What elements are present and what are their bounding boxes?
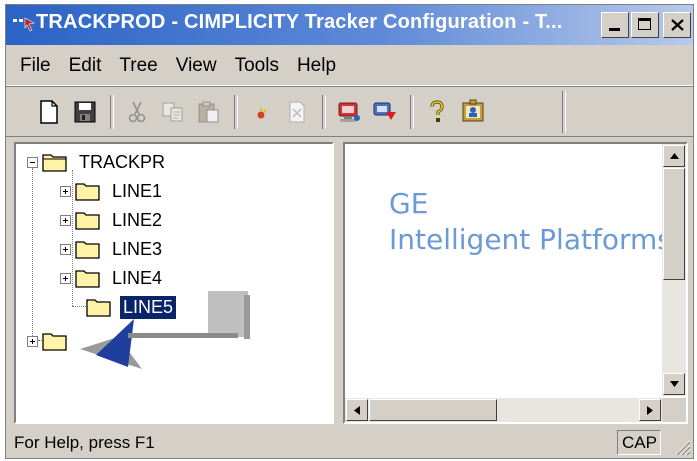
resize-grip-icon[interactable]: [673, 438, 691, 456]
tree-node-label: LINE4: [112, 267, 163, 288]
caps-lock-indicator: CAP: [617, 430, 661, 455]
horizontal-scroll-thumb[interactable]: [369, 399, 497, 421]
cut-button[interactable]: [122, 97, 152, 127]
status-bar: For Help, press F1 CAP: [6, 429, 693, 458]
status-help-text: For Help, press F1: [14, 433, 155, 452]
expand-toggle[interactable]: [60, 185, 71, 197]
copy-button[interactable]: [158, 97, 188, 127]
horizontal-scrollbar[interactable]: [345, 398, 662, 422]
copy-icon: [162, 102, 183, 121]
tree-node-line1[interactable]: LINE1: [60, 177, 165, 205]
arrow-left-icon: [354, 405, 360, 415]
toolbar-separator: [322, 94, 326, 129]
vertical-scroll-thumb[interactable]: [663, 168, 685, 280]
properties-button[interactable]: [370, 97, 400, 127]
expand-toggle[interactable]: [27, 335, 38, 347]
tree-node-line3[interactable]: LINE3: [60, 235, 165, 263]
collapse-toggle[interactable]: [27, 156, 38, 168]
scroll-up-button[interactable]: [663, 145, 685, 167]
save-icon: [74, 101, 96, 122]
arrow-up-icon: [669, 153, 679, 159]
minimize-button[interactable]: [601, 12, 629, 38]
new-node-button[interactable]: [246, 97, 276, 127]
cut-icon: [128, 101, 146, 122]
arrow-down-icon: [669, 381, 679, 387]
menu-edit[interactable]: Edit: [60, 55, 111, 77]
help-button[interactable]: [422, 97, 452, 127]
brand-line-platforms: Intelligent Platforms: [389, 223, 672, 256]
tree-view[interactable]: TRACKPR LINE1 LINE2 LINE3 LINE4 LINE5: [14, 142, 334, 424]
tree-node-line2[interactable]: LINE2: [60, 206, 165, 234]
paste-button[interactable]: [194, 97, 224, 127]
config-icon: [338, 102, 360, 122]
tree-node-new[interactable]: [27, 327, 76, 355]
tracker-app-icon: [13, 17, 35, 32]
menu-help[interactable]: Help: [288, 55, 345, 77]
save-button[interactable]: [70, 97, 100, 127]
title-bar[interactable]: TRACKPROD - CIMPLICITY Tracker Configura…: [6, 5, 693, 45]
configure-button[interactable]: [334, 97, 364, 127]
paste-icon: [198, 101, 219, 122]
about-icon: [462, 99, 484, 121]
scroll-down-button[interactable]: [663, 373, 685, 395]
menu-bar: File Edit Tree View Tools Help: [6, 47, 693, 86]
menu-view[interactable]: View: [167, 55, 226, 77]
expand-toggle[interactable]: [60, 214, 71, 226]
about-button[interactable]: [458, 97, 488, 127]
tree-node-label: LINE3: [112, 238, 163, 259]
maximize-button[interactable]: [631, 12, 659, 38]
delete-icon: [289, 101, 305, 122]
toolbar-separator: [110, 94, 114, 129]
new-button[interactable]: [34, 97, 64, 127]
scroll-right-button[interactable]: [639, 399, 661, 421]
window-controls: [601, 12, 691, 38]
window-title: TRACKPROD - CIMPLICITY Tracker Configura…: [36, 11, 563, 33]
expand-toggle[interactable]: [60, 272, 71, 284]
folder-icon: [75, 241, 100, 259]
menu-file[interactable]: File: [6, 55, 60, 77]
close-icon: [671, 19, 684, 31]
folder-icon: [75, 212, 100, 230]
tree-node-label: TRACKPR: [79, 151, 166, 172]
help-icon: [430, 99, 444, 122]
expand-toggle[interactable]: [60, 243, 71, 255]
folder-open-icon: [42, 154, 67, 172]
new-node-icon: [257, 105, 267, 118]
toolbar-end-separator: [562, 91, 566, 133]
folder-icon: [75, 270, 100, 288]
content-pane: GE Intelligent Platforms: [343, 142, 688, 424]
tree-node-label: LINE1: [112, 180, 163, 201]
folder-icon: [75, 183, 100, 201]
main-window: TRACKPROD - CIMPLICITY Tracker Configura…: [5, 4, 694, 459]
close-button[interactable]: [663, 12, 691, 38]
toolbar-separator: [410, 94, 414, 129]
menu-tree[interactable]: Tree: [110, 55, 166, 77]
arrow-right-icon: [647, 405, 653, 415]
delete-button[interactable]: [282, 97, 312, 127]
ge-branding: GE Intelligent Platforms: [389, 186, 672, 258]
tree-node-line4[interactable]: LINE4: [60, 264, 165, 292]
toolbar: [6, 87, 693, 137]
vertical-scrollbar[interactable]: [662, 144, 686, 396]
menu-tools[interactable]: Tools: [226, 55, 288, 77]
folder-icon: [42, 333, 67, 351]
tree-connector: [32, 168, 33, 340]
toolbar-separator: [234, 94, 238, 129]
properties-icon: [373, 102, 396, 120]
tree-node-root[interactable]: TRACKPR: [27, 148, 168, 176]
callout-arrow-icon: [80, 291, 250, 369]
tree-node-label: LINE2: [112, 209, 163, 230]
scrollbar-corner: [662, 398, 686, 422]
new-icon: [40, 99, 58, 124]
scroll-left-button[interactable]: [346, 399, 368, 421]
brand-line-ge: GE: [389, 187, 429, 220]
